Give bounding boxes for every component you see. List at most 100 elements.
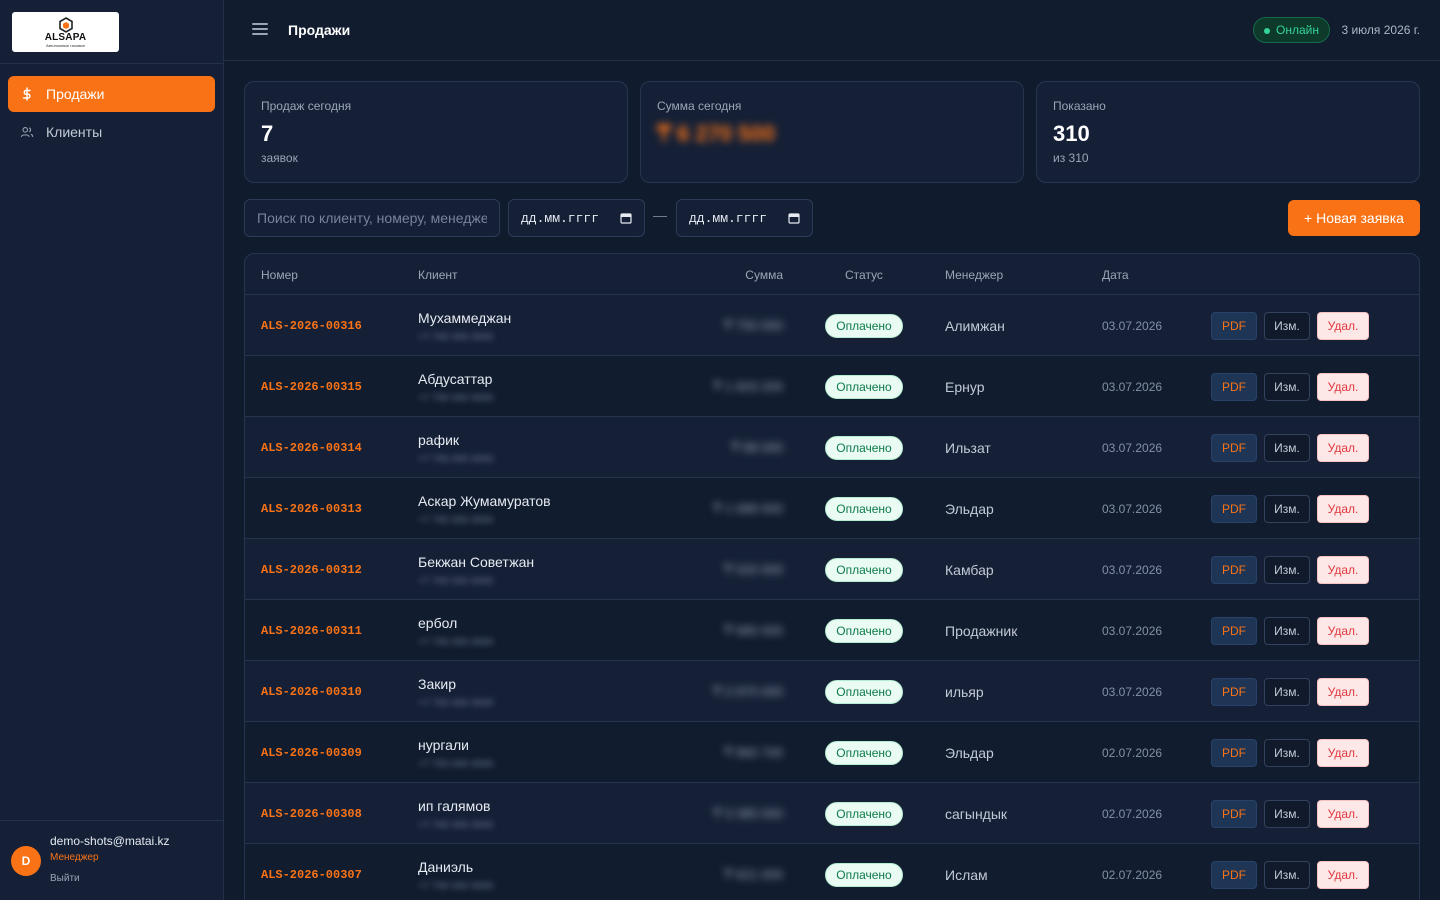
current-date: 3 июля 2026 г. — [1341, 23, 1420, 37]
pdf-button[interactable]: PDF — [1211, 495, 1257, 523]
page-title: Продажи — [288, 22, 351, 38]
date-to-field[interactable]: дд.мм.гггг — [676, 199, 813, 237]
delete-button[interactable]: Удал. — [1317, 739, 1369, 767]
column-header-sum[interactable]: Сумма — [745, 268, 783, 282]
manager-name: Ильзат — [945, 440, 991, 456]
order-number-link[interactable]: ALS-2026-00313 — [261, 502, 362, 516]
order-number-link[interactable]: ALS-2026-00314 — [261, 441, 362, 455]
logo[interactable]: ALSAPA Автономные газовые — [12, 12, 119, 52]
order-number-link[interactable]: ALS-2026-00316 — [261, 319, 362, 333]
status-badge: Оплачено — [825, 680, 903, 704]
edit-button[interactable]: Изм. — [1264, 800, 1310, 828]
edit-button[interactable]: Изм. — [1264, 556, 1310, 584]
table-row[interactable]: ALS-2026-00310 Закир +7 700 000 0000 ₸ 2… — [245, 661, 1419, 722]
table-row[interactable]: ALS-2026-00314 рафик +7 700 000 0000 ₸ 8… — [245, 417, 1419, 478]
client-phone: +7 700 000 0000 — [418, 515, 494, 526]
order-sum: ₸ 3 380 000 — [713, 806, 783, 821]
order-number-link[interactable]: ALS-2026-00309 — [261, 746, 362, 760]
manager-name: сагындык — [945, 806, 1008, 822]
order-number-link[interactable]: ALS-2026-00310 — [261, 685, 362, 699]
client-name: Аскар Жумамуратов — [418, 493, 551, 509]
order-sum: ₸ 1 688 000 — [713, 501, 783, 516]
table-row[interactable]: ALS-2026-00309 нургали +7 700 000 0000 ₸… — [245, 722, 1419, 783]
column-header-client[interactable]: Клиент — [418, 268, 458, 282]
edit-button[interactable]: Изм. — [1264, 861, 1310, 889]
stat-value: 7 — [261, 121, 274, 146]
client-name: нургали — [418, 737, 469, 753]
order-date: 02.07.2026 — [1102, 868, 1163, 882]
table-row[interactable]: ALS-2026-00315 Абдусаттар +7 700 000 000… — [245, 356, 1419, 417]
manager-name: Эльдар — [945, 501, 994, 517]
table-row[interactable]: ALS-2026-00307 Даниэль +7 700 000 0000 ₸… — [245, 844, 1419, 900]
column-header-manager[interactable]: Менеджер — [945, 268, 1003, 282]
delete-button[interactable]: Удал. — [1317, 800, 1369, 828]
edit-button[interactable]: Изм. — [1264, 495, 1310, 523]
manager-name: Продажник — [945, 623, 1018, 639]
calendar-icon[interactable] — [788, 212, 800, 224]
edit-button[interactable]: Изм. — [1264, 373, 1310, 401]
delete-button[interactable]: Удал. — [1317, 617, 1369, 645]
column-header-number[interactable]: Номер — [261, 268, 298, 282]
logout-link[interactable]: Выйти — [50, 873, 80, 884]
delete-button[interactable]: Удал. — [1317, 678, 1369, 706]
edit-button[interactable]: Изм. — [1264, 739, 1310, 767]
table-row[interactable]: ALS-2026-00308 ип галямов +7 700 000 000… — [245, 783, 1419, 844]
pdf-button[interactable]: PDF — [1211, 373, 1257, 401]
sidebar-item-label: Клиенты — [46, 124, 103, 140]
manager-name: ильяр — [945, 684, 984, 700]
table-body: ALS-2026-00316 Мухаммеджан +7 700 000 00… — [245, 295, 1419, 900]
pdf-button[interactable]: PDF — [1211, 617, 1257, 645]
client-name: ип галямов — [418, 798, 491, 814]
table-row[interactable]: ALS-2026-00313 Аскар Жумамуратов +7 700 … — [245, 478, 1419, 539]
order-number-link[interactable]: ALS-2026-00315 — [261, 380, 362, 394]
delete-button[interactable]: Удал. — [1317, 861, 1369, 889]
sidebar-item-clients[interactable]: Клиенты — [8, 114, 215, 150]
sidebar-item-sales[interactable]: Продажи — [8, 76, 215, 112]
order-number-link[interactable]: ALS-2026-00311 — [261, 624, 362, 638]
edit-button[interactable]: Изм. — [1264, 312, 1310, 340]
logo-area: ALSAPA Автономные газовые — [0, 0, 223, 64]
table-row[interactable]: ALS-2026-00312 Бекжан Советжан +7 700 00… — [245, 539, 1419, 600]
column-header-date[interactable]: Дата — [1102, 268, 1129, 282]
status-badge: Оплачено — [825, 558, 903, 582]
column-header-status[interactable]: Статус — [845, 268, 883, 282]
delete-button[interactable]: Удал. — [1317, 556, 1369, 584]
menu-icon[interactable] — [252, 23, 268, 37]
stat-card-shown: Показано 310 из 310 — [1036, 81, 1420, 183]
delete-button[interactable]: Удал. — [1317, 434, 1369, 462]
pdf-button[interactable]: PDF — [1211, 556, 1257, 584]
date-from-field[interactable]: дд.мм.гггг — [508, 199, 645, 237]
table-row[interactable]: ALS-2026-00311 ербол +7 700 000 0000 ₸ 6… — [245, 600, 1419, 661]
stat-card-sum-today: Сумма сегодня ₸ 6 270 500 — [640, 81, 1024, 183]
pdf-button[interactable]: PDF — [1211, 434, 1257, 462]
calendar-icon[interactable] — [620, 212, 632, 224]
status-badge: Оплачено — [825, 436, 903, 460]
client-name: Мухаммеджан — [418, 310, 512, 326]
client-name: Абдусаттар — [418, 371, 493, 387]
edit-button[interactable]: Изм. — [1264, 678, 1310, 706]
order-number-link[interactable]: ALS-2026-00312 — [261, 563, 362, 577]
edit-button[interactable]: Изм. — [1264, 434, 1310, 462]
order-number-link[interactable]: ALS-2026-00308 — [261, 807, 362, 821]
new-order-button[interactable]: + Новая заявка — [1288, 200, 1420, 236]
pdf-button[interactable]: PDF — [1211, 800, 1257, 828]
stat-label: Показано — [1053, 99, 1106, 113]
edit-button[interactable]: Изм. — [1264, 617, 1310, 645]
stat-label: Продаж сегодня — [261, 99, 352, 113]
manager-name: Эльдар — [945, 745, 994, 761]
order-date: 03.07.2026 — [1102, 502, 1163, 516]
pdf-button[interactable]: PDF — [1211, 678, 1257, 706]
order-number-link[interactable]: ALS-2026-00307 — [261, 868, 362, 882]
search-input[interactable] — [244, 199, 500, 237]
delete-button[interactable]: Удал. — [1317, 373, 1369, 401]
pdf-button[interactable]: PDF — [1211, 861, 1257, 889]
table-row[interactable]: ALS-2026-00316 Мухаммеджан +7 700 000 00… — [245, 295, 1419, 356]
client-name: рафик — [418, 432, 460, 448]
pdf-button[interactable]: PDF — [1211, 312, 1257, 340]
client-phone: +7 700 000 0000 — [418, 576, 494, 587]
pdf-button[interactable]: PDF — [1211, 739, 1257, 767]
client-phone: +7 700 000 0000 — [418, 881, 494, 892]
stat-sub: заявок — [261, 151, 298, 165]
delete-button[interactable]: Удал. — [1317, 495, 1369, 523]
delete-button[interactable]: Удал. — [1317, 312, 1369, 340]
